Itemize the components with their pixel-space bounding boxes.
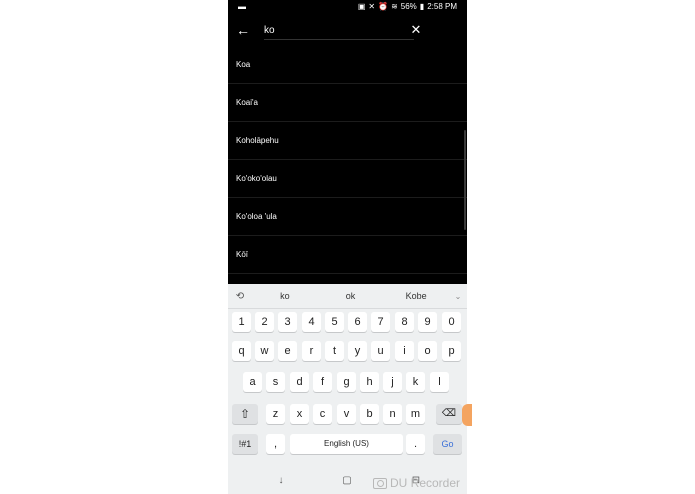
chevron-down-icon[interactable]: ⌄ xyxy=(449,292,467,301)
search-bar: ← ✕ xyxy=(228,14,467,46)
key-k[interactable]: k xyxy=(406,372,425,392)
key-o[interactable]: o xyxy=(418,341,437,361)
key-u[interactable]: u xyxy=(371,341,390,361)
camera-icon xyxy=(373,477,387,489)
result-item-koa[interactable]: Koa xyxy=(228,46,467,84)
key-b[interactable]: b xyxy=(360,404,379,424)
result-item-kooloa-ula[interactable]: Ko'oloa 'ula xyxy=(228,198,467,236)
keyboard: ⟲ ko ok Kobe ⌄ 1 2 3 4 5 6 7 8 9 0 q w e… xyxy=(228,284,467,468)
keyboard-toolbar-icon[interactable]: ⟲ xyxy=(228,291,252,302)
watermark-text: DU Recorder xyxy=(390,476,461,490)
key-2[interactable]: 2 xyxy=(255,312,274,332)
clear-search-button[interactable]: ✕ xyxy=(407,21,425,39)
key-1[interactable]: 1 xyxy=(232,312,251,332)
status-bar: ▬ ▣ ✕ ⏰ ≋ 56% ▮ 2:58 PM xyxy=(228,0,467,13)
key-v[interactable]: v xyxy=(337,404,356,424)
notification-icon: ▬ xyxy=(238,2,246,11)
battery-percent: 56% xyxy=(400,2,417,11)
key-5[interactable]: 5 xyxy=(325,312,344,332)
letter-row-1: q w e r t y u i o p xyxy=(228,341,467,364)
wifi-icon: ≋ xyxy=(391,2,398,11)
battery-icon: ▮ xyxy=(419,2,425,11)
alarm-icon: ⏰ xyxy=(378,2,389,11)
key-3[interactable]: 3 xyxy=(278,312,297,332)
key-s[interactable]: s xyxy=(266,372,285,392)
letter-row-3: ⇧ z x c v b n m ⌫ xyxy=(228,404,467,427)
key-y[interactable]: y xyxy=(348,341,367,361)
back-arrow-icon[interactable]: ← xyxy=(234,21,252,39)
bottom-row: !#1 , English (US) . Go xyxy=(228,434,467,457)
space-key[interactable]: English (US) xyxy=(290,434,403,454)
key-p[interactable]: p xyxy=(442,341,461,361)
results-list: Koa Koai'a Koholāpehu Ko'oko'olau Ko'olo… xyxy=(228,46,467,284)
key-4[interactable]: 4 xyxy=(302,312,321,332)
recorder-floating-handle[interactable] xyxy=(462,404,472,426)
suggestion-item[interactable]: ko xyxy=(252,291,318,301)
nav-home-icon[interactable]: ▢ xyxy=(339,474,355,488)
status-time: 2:58 PM xyxy=(427,2,457,11)
key-r[interactable]: r xyxy=(302,341,321,361)
backspace-key[interactable]: ⌫ xyxy=(436,404,462,424)
key-7[interactable]: 7 xyxy=(371,312,390,332)
number-row: 1 2 3 4 5 6 7 8 9 0 xyxy=(228,312,467,335)
result-item-kookoolau[interactable]: Ko'oko'olau xyxy=(228,160,467,198)
key-x[interactable]: x xyxy=(290,404,309,424)
scrollbar[interactable] xyxy=(464,130,466,230)
key-d[interactable]: d xyxy=(290,372,309,392)
result-item-koholapehu[interactable]: Koholāpehu xyxy=(228,122,467,160)
key-i[interactable]: i xyxy=(395,341,414,361)
key-m[interactable]: m xyxy=(406,404,425,424)
status-icons: ▣ ✕ ⏰ ≋ 56% ▮ 2:58 PM xyxy=(358,2,457,11)
key-g[interactable]: g xyxy=(337,372,356,392)
nav-back-icon[interactable]: ↓ xyxy=(273,474,289,488)
symbols-key[interactable]: !#1 xyxy=(232,434,258,454)
key-e[interactable]: e xyxy=(278,341,297,361)
phone-screen: ▬ ▣ ✕ ⏰ ≋ 56% ▮ 2:58 PM ← ✕ Koa Koai'a K… xyxy=(228,0,467,494)
key-9[interactable]: 9 xyxy=(418,312,437,332)
key-6[interactable]: 6 xyxy=(348,312,367,332)
key-z[interactable]: z xyxy=(266,404,285,424)
period-key[interactable]: . xyxy=(406,434,425,454)
result-item-koi[interactable]: Kōī xyxy=(228,236,467,274)
key-j[interactable]: j xyxy=(383,372,402,392)
key-w[interactable]: w xyxy=(255,341,274,361)
suggestion-item[interactable]: ok xyxy=(318,291,384,301)
cast-icon: ▣ xyxy=(357,2,366,11)
letter-row-2: a s d f g h j k l xyxy=(228,372,467,395)
key-l[interactable]: l xyxy=(430,372,449,392)
search-input[interactable] xyxy=(264,21,414,40)
key-f[interactable]: f xyxy=(313,372,332,392)
key-h[interactable]: h xyxy=(360,372,379,392)
key-0[interactable]: 0 xyxy=(442,312,461,332)
key-t[interactable]: t xyxy=(325,341,344,361)
key-c[interactable]: c xyxy=(313,404,332,424)
key-a[interactable]: a xyxy=(243,372,262,392)
suggestion-bar: ⟲ ko ok Kobe ⌄ xyxy=(228,284,467,309)
key-8[interactable]: 8 xyxy=(395,312,414,332)
result-item-koaia[interactable]: Koai'a xyxy=(228,84,467,122)
suggestion-item[interactable]: Kobe xyxy=(383,291,449,301)
comma-key[interactable]: , xyxy=(266,434,285,454)
shift-key[interactable]: ⇧ xyxy=(232,404,258,424)
key-n[interactable]: n xyxy=(383,404,402,424)
watermark: DU Recorder xyxy=(373,476,460,490)
mute-icon: ✕ xyxy=(368,2,376,11)
key-q[interactable]: q xyxy=(232,341,251,361)
go-key[interactable]: Go xyxy=(433,434,462,454)
